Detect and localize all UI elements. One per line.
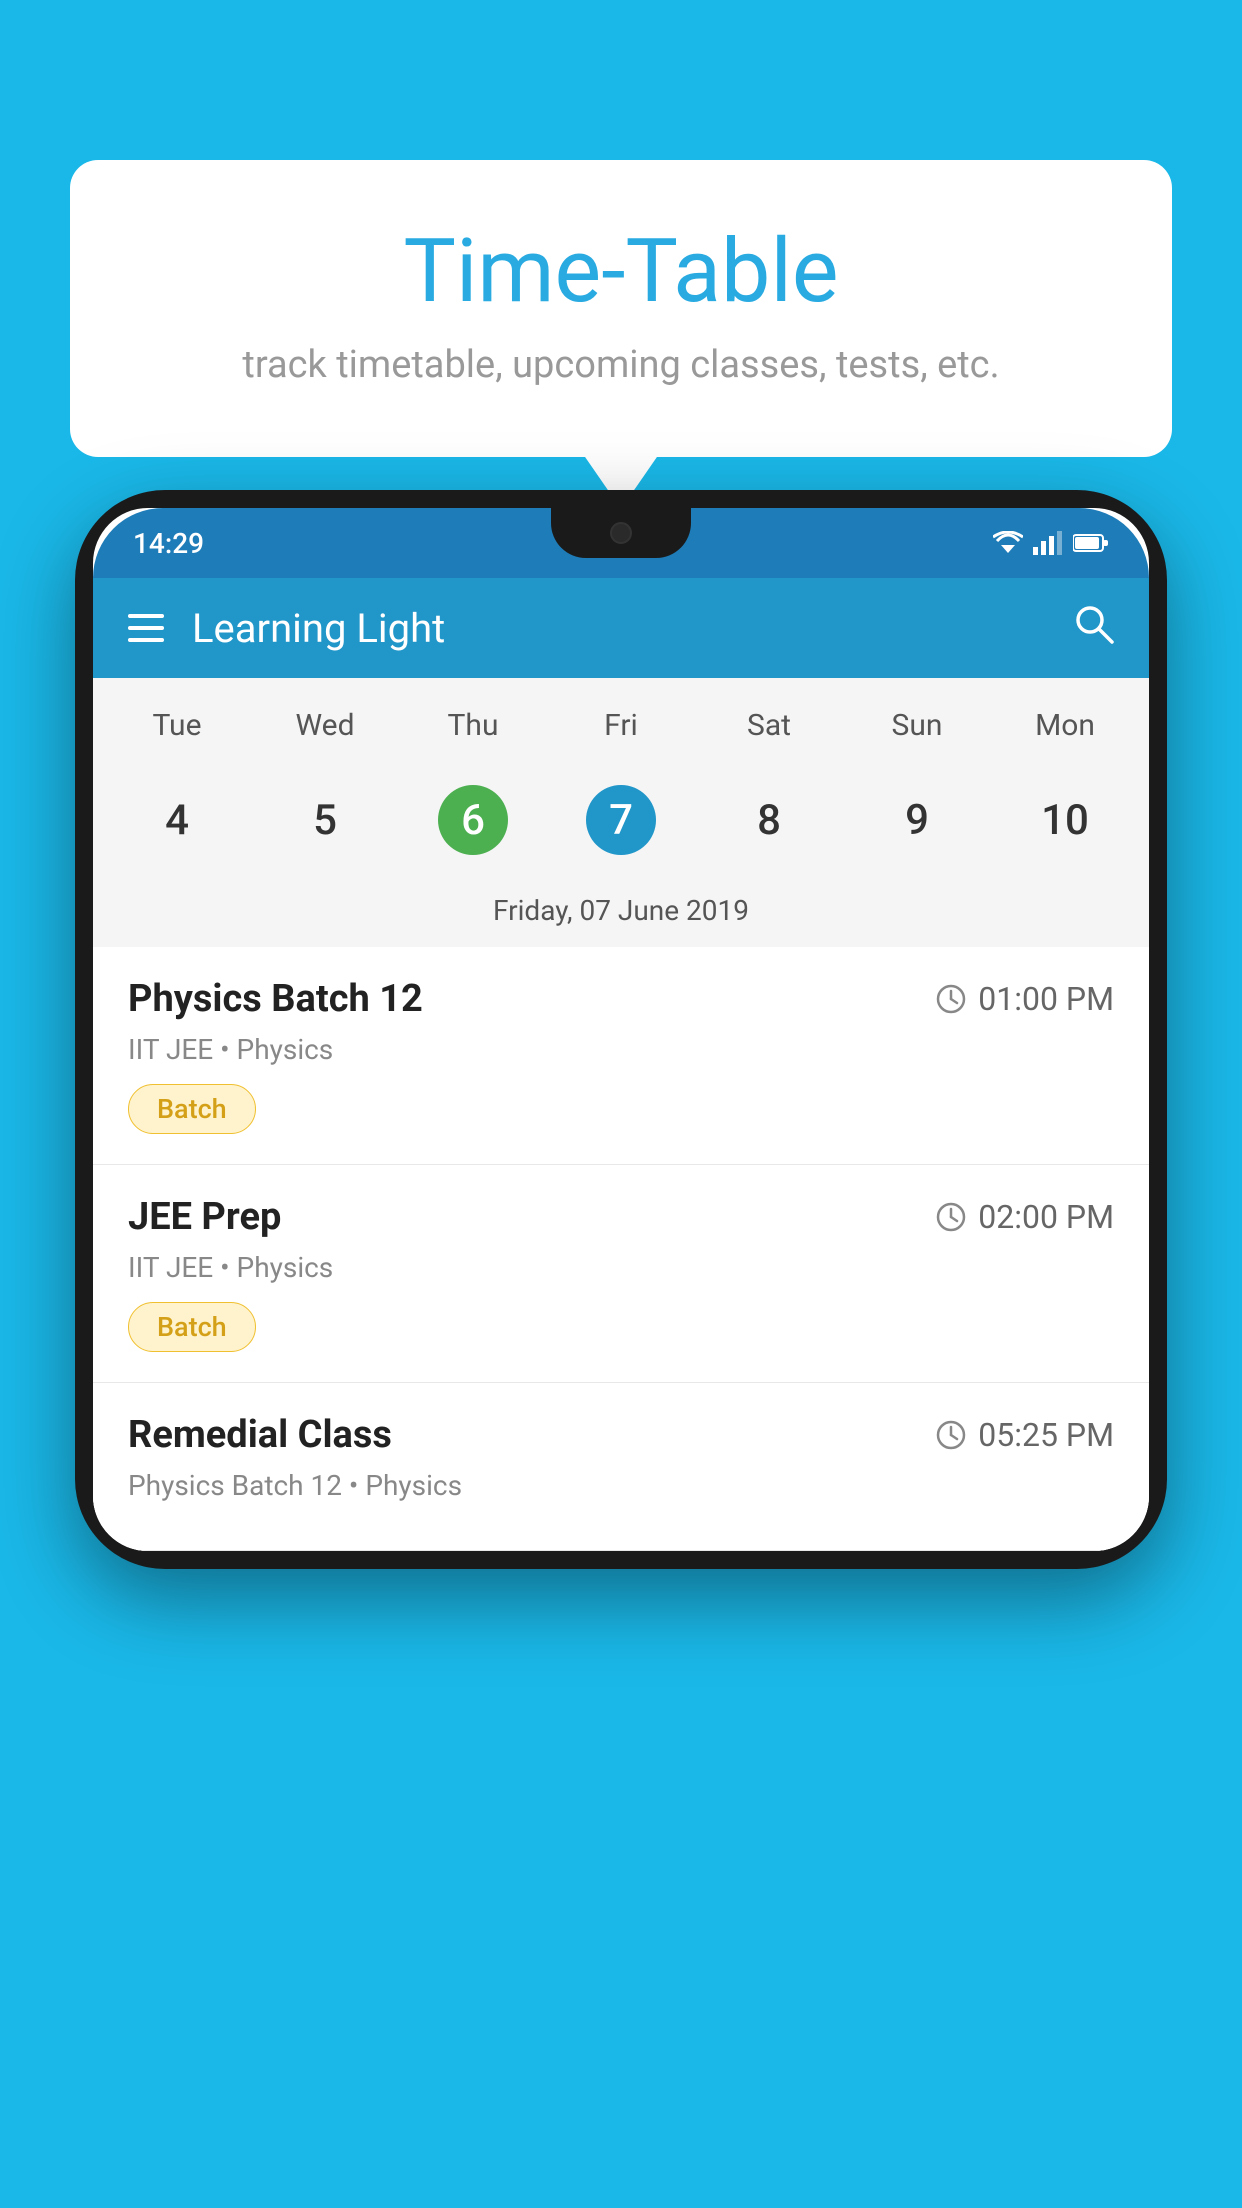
status-time: 14:29 [133, 527, 204, 560]
schedule-meta-2: IIT JEE • Physics [128, 1251, 1114, 1284]
schedule-item-1-header: Physics Batch 12 01:00 PM [128, 977, 1114, 1021]
day-fri: Fri [547, 698, 695, 753]
schedule-time-3: 05:25 PM [936, 1416, 1114, 1454]
date-cell-7[interactable]: 7 [547, 773, 695, 867]
schedule-time-text-1: 01:00 PM [978, 980, 1114, 1018]
schedule-name-1: Physics Batch 12 [128, 977, 423, 1021]
phone-mockup: 14:29 [75, 490, 1167, 2208]
day-thu: Thu [399, 698, 547, 753]
hamburger-line [128, 626, 164, 630]
date-number-8: 8 [734, 785, 804, 855]
date-cell-4[interactable]: 4 [103, 773, 251, 867]
schedule-time-1: 01:00 PM [936, 980, 1114, 1018]
schedule-time-2: 02:00 PM [936, 1198, 1114, 1236]
phone-frame: 14:29 [75, 490, 1167, 1569]
schedule-name-3: Remedial Class [128, 1413, 392, 1457]
date-number-9: 9 [882, 785, 952, 855]
schedule-item-1[interactable]: Physics Batch 12 01:00 PM IIT JEE • Phys… [93, 947, 1149, 1165]
status-icons [993, 531, 1109, 555]
calendar-days-header: Tue Wed Thu Fri Sat Sun Mon [93, 678, 1149, 763]
hamburger-line [128, 638, 164, 642]
date-cell-8[interactable]: 8 [695, 773, 843, 867]
speech-bubble: Time-Table track timetable, upcoming cla… [70, 160, 1172, 457]
day-mon: Mon [991, 698, 1139, 753]
battery-icon [1073, 533, 1109, 553]
batch-badge-2: Batch [128, 1302, 256, 1352]
status-bar: 14:29 [93, 508, 1149, 578]
camera-dot [610, 522, 632, 544]
date-number-7-selected: 7 [586, 785, 656, 855]
date-number-6-today: 6 [438, 785, 508, 855]
day-wed: Wed [251, 698, 399, 753]
day-sat: Sat [695, 698, 843, 753]
schedule-name-2: JEE Prep [128, 1195, 281, 1239]
schedule-section: Physics Batch 12 01:00 PM IIT JEE • Phys… [93, 947, 1149, 1551]
clock-icon-3 [936, 1420, 966, 1450]
phone-screen: 14:29 [93, 508, 1149, 1551]
date-cell-9[interactable]: 9 [843, 773, 991, 867]
clock-icon-1 [936, 984, 966, 1014]
schedule-item-3[interactable]: Remedial Class 05:25 PM Physics Batch 12… [93, 1383, 1149, 1551]
calendar-dates: 4 5 6 7 8 9 [93, 763, 1149, 882]
calendar-section: Tue Wed Thu Fri Sat Sun Mon 4 5 [93, 678, 1149, 947]
signal-icon [1033, 531, 1063, 555]
bubble-title: Time-Table [150, 220, 1092, 323]
wifi-icon [993, 531, 1023, 555]
hamburger-menu-icon[interactable] [128, 614, 164, 642]
search-button[interactable] [1072, 602, 1114, 655]
speech-bubble-container: Time-Table track timetable, upcoming cla… [70, 160, 1172, 457]
date-number-10: 10 [1030, 785, 1100, 855]
selected-date-label: Friday, 07 June 2019 [93, 882, 1149, 947]
schedule-time-text-2: 02:00 PM [978, 1198, 1114, 1236]
date-cell-10[interactable]: 10 [991, 773, 1139, 867]
date-cell-5[interactable]: 5 [251, 773, 399, 867]
schedule-meta-1: IIT JEE • Physics [128, 1033, 1114, 1066]
hamburger-line [128, 614, 164, 618]
batch-badge-1: Batch [128, 1084, 256, 1134]
schedule-meta-3: Physics Batch 12 • Physics [128, 1469, 1114, 1502]
schedule-item-2-header: JEE Prep 02:00 PM [128, 1195, 1114, 1239]
schedule-item-2[interactable]: JEE Prep 02:00 PM IIT JEE • Physics Batc… [93, 1165, 1149, 1383]
schedule-time-text-3: 05:25 PM [978, 1416, 1114, 1454]
notch [551, 508, 691, 558]
date-number-4: 4 [142, 785, 212, 855]
bubble-subtitle: track timetable, upcoming classes, tests… [150, 343, 1092, 387]
app-title: Learning Light [192, 605, 1044, 652]
date-number-5: 5 [290, 785, 360, 855]
date-cell-6[interactable]: 6 [399, 773, 547, 867]
clock-icon-2 [936, 1202, 966, 1232]
schedule-item-3-header: Remedial Class 05:25 PM [128, 1413, 1114, 1457]
day-sun: Sun [843, 698, 991, 753]
app-header: Learning Light [93, 578, 1149, 678]
day-tue: Tue [103, 698, 251, 753]
